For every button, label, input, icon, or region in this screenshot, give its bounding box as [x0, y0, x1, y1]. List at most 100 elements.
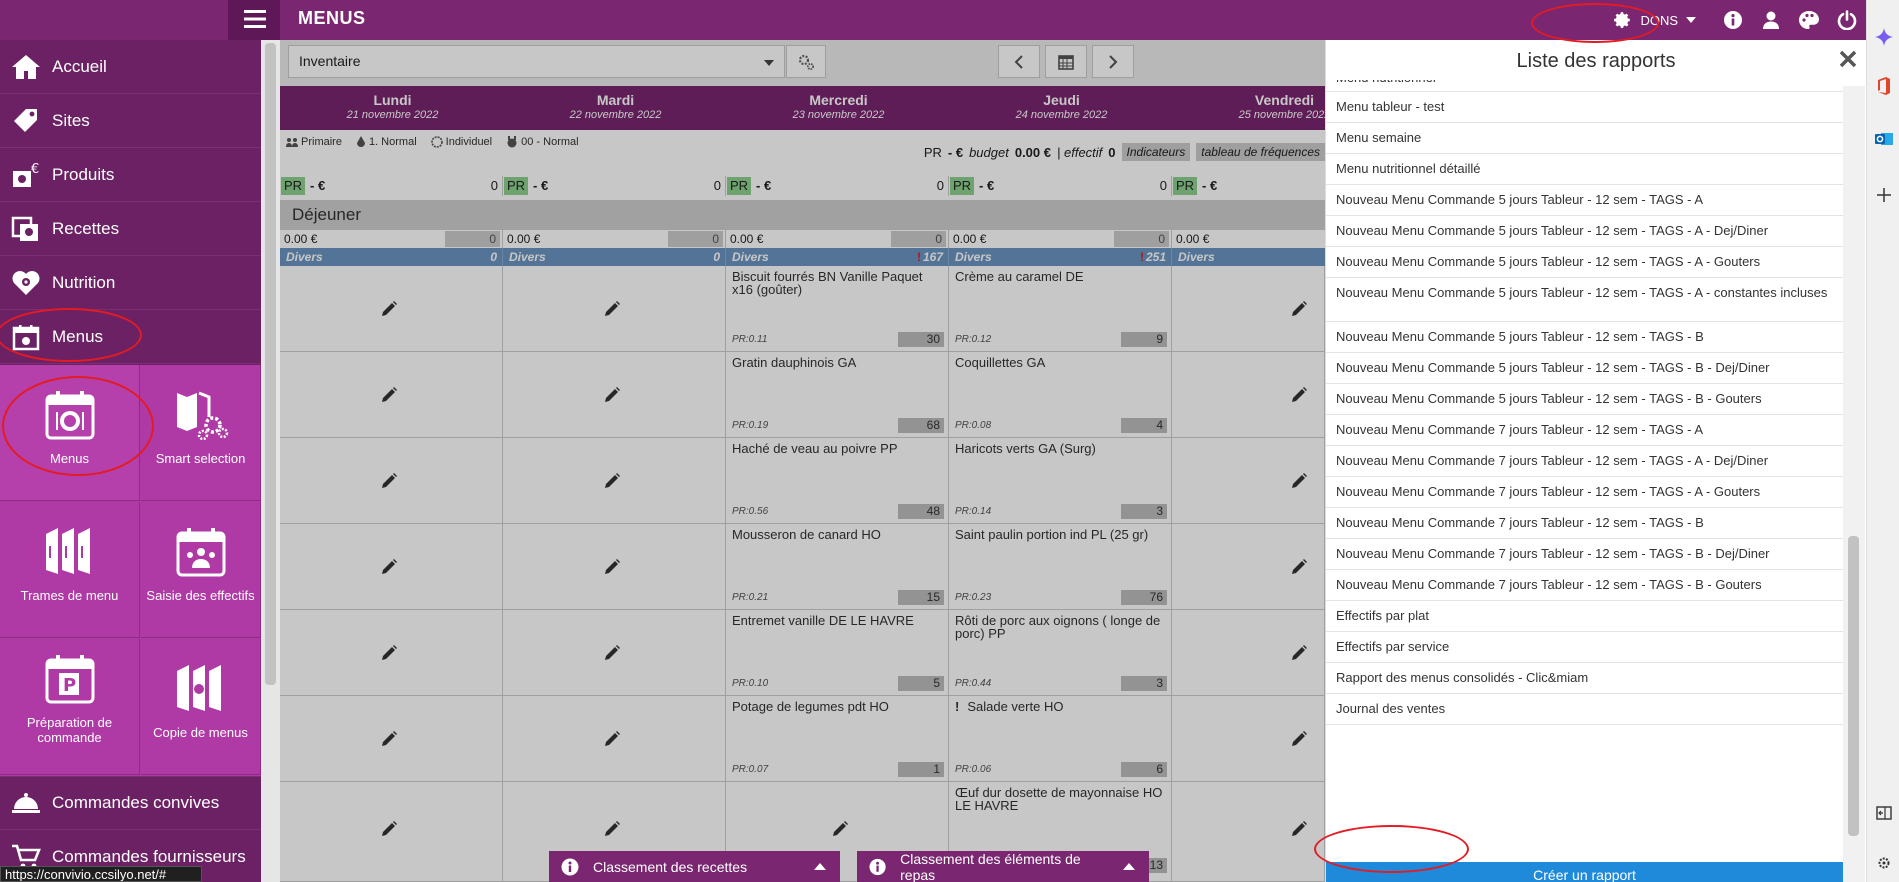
reports-scrollbar[interactable] — [1843, 86, 1865, 882]
report-item-journal-des-ventes[interactable]: Journal des ventes — [1326, 694, 1843, 725]
empty-dish-cell[interactable] — [280, 524, 503, 610]
menu-type-select[interactable]: Inventaire — [288, 45, 785, 78]
dish-cell[interactable]: Haché de veau au poivre PP PR:0.56 48 — [726, 438, 949, 524]
user-button[interactable] — [1752, 0, 1790, 40]
tile-menus[interactable]: Menus — [0, 365, 140, 501]
dish-quantity[interactable]: 3 — [1121, 676, 1167, 691]
report-item[interactable]: Effectifs par plat — [1326, 601, 1843, 632]
dish-quantity[interactable]: 6 — [1121, 762, 1167, 777]
dish-cell[interactable]: Biscuit fourrés BN Vanille Paquet x16 (g… — [726, 266, 949, 352]
empty-dish-cell[interactable] — [1172, 610, 1325, 696]
frequences-button[interactable]: tableau de fréquences — [1196, 143, 1325, 161]
dish-cell[interactable]: Saint paulin portion ind PL (25 gr) PR:0.… — [949, 524, 1172, 610]
split-window-icon[interactable] — [1873, 802, 1895, 824]
pencil-icon[interactable] — [380, 644, 398, 662]
tile-smart-selection[interactable]: Smart selection — [141, 365, 261, 501]
empty-dish-cell[interactable] — [1172, 696, 1325, 782]
report-item[interactable]: Rapport des menus consolidés - Clic&miam — [1326, 663, 1843, 694]
report-item[interactable]: Nouveau Menu Commande 5 jours Tableur - … — [1326, 216, 1843, 247]
sidebar-item-nutrition[interactable]: Nutrition — [0, 256, 261, 310]
report-item[interactable]: Nouveau Menu Commande 7 jours Tableur - … — [1326, 415, 1843, 446]
dish-quantity[interactable]: 68 — [898, 418, 944, 433]
dish-cell[interactable]: ! Salade verte HO PR:0.06 6 — [949, 696, 1172, 782]
report-item[interactable]: Effectifs par service — [1326, 632, 1843, 663]
next-week-button[interactable] — [1092, 45, 1134, 78]
empty-dish-cell[interactable] — [1172, 524, 1325, 610]
close-button[interactable] — [1838, 49, 1858, 69]
scrollbar-thumb[interactable] — [1848, 536, 1859, 836]
dish-cell[interactable]: Gratin dauphinois GA PR:0.19 68 — [726, 352, 949, 438]
pencil-icon[interactable] — [380, 472, 398, 490]
dish-cell[interactable]: Haricots verts GA (Surg) PR:0.14 3 — [949, 438, 1172, 524]
dish-quantity[interactable]: 15 — [898, 590, 944, 605]
create-report-button[interactable]: Créer un rapport — [1326, 862, 1843, 882]
info-button[interactable] — [1714, 0, 1752, 40]
sidebar-scrollbar[interactable] — [261, 40, 280, 882]
day-column-header[interactable]: Vendredi 25 novembre 2022 — [1173, 86, 1325, 121]
dons-user-menu[interactable]: DONS — [1612, 10, 1696, 30]
empty-dish-cell[interactable] — [503, 524, 726, 610]
outlook-icon[interactable] — [1873, 128, 1895, 150]
sidebar-item-menus[interactable]: Menus — [0, 310, 261, 364]
report-item[interactable]: Nouveau Menu Commande 5 jours Tableur - … — [1326, 322, 1843, 353]
empty-dish-cell[interactable] — [280, 610, 503, 696]
report-item[interactable]: Nouveau Menu Commande 7 jours Tableur - … — [1326, 477, 1843, 508]
empty-dish-cell[interactable] — [1172, 352, 1325, 438]
dish-quantity[interactable]: 4 — [1121, 418, 1167, 433]
pencil-icon[interactable] — [380, 300, 398, 318]
dish-cell[interactable]: Potage de legumes pdt HO PR:0.07 1 — [726, 696, 949, 782]
tile-copie-de-menus[interactable]: Copie de menus — [141, 639, 261, 775]
sidebar-item-accueil[interactable]: Accueil — [0, 40, 261, 94]
pencil-icon[interactable] — [603, 730, 621, 748]
pencil-icon[interactable] — [380, 820, 398, 838]
pencil-icon[interactable] — [603, 820, 621, 838]
empty-dish-cell[interactable] — [1172, 266, 1325, 352]
office-icon[interactable] — [1873, 75, 1895, 97]
add-icon[interactable] — [1873, 184, 1895, 206]
report-item[interactable]: Nouveau Menu Commande 7 jours Tableur - … — [1326, 539, 1843, 570]
dish-quantity[interactable]: 76 — [1121, 590, 1167, 605]
dish-cell[interactable]: Coquillettes GA PR:0.08 4 — [949, 352, 1172, 438]
tile-preparation-de-commande[interactable]: P Préparation de commande — [0, 639, 140, 775]
report-item[interactable]: Nouveau Menu Commande 5 jours Tableur - … — [1326, 185, 1843, 216]
scrollbar-thumb[interactable] — [265, 43, 276, 685]
empty-dish-cell[interactable] — [1172, 782, 1325, 882]
report-item[interactable]: Nouveau Menu Commande 5 jours Tableur - … — [1326, 247, 1843, 278]
theme-button[interactable] — [1790, 0, 1828, 40]
pencil-icon[interactable] — [1290, 820, 1308, 838]
pencil-icon[interactable] — [603, 472, 621, 490]
settings-button[interactable] — [786, 45, 826, 78]
empty-dish-cell[interactable] — [503, 438, 726, 524]
pencil-icon[interactable] — [1290, 644, 1308, 662]
calendar-button[interactable] — [1045, 45, 1087, 78]
pencil-icon[interactable] — [603, 644, 621, 662]
pencil-icon[interactable] — [380, 730, 398, 748]
sidebar-item-recettes[interactable]: Recettes — [0, 202, 261, 256]
sidebar-item-sites[interactable]: Sites — [0, 94, 261, 148]
dish-quantity[interactable]: 1 — [898, 762, 944, 777]
empty-dish-cell[interactable] — [280, 696, 503, 782]
empty-dish-cell[interactable] — [503, 352, 726, 438]
divers-cell[interactable]: Divers 0 — [503, 248, 726, 266]
tile-saisie-des-effectifs[interactable]: Saisie des effectifs — [141, 502, 261, 638]
menu-toggle-button[interactable] — [228, 0, 280, 40]
pencil-icon[interactable] — [1290, 558, 1308, 576]
pill-primaire[interactable]: Primaire — [286, 136, 342, 148]
dish-quantity[interactable]: 48 — [898, 504, 944, 519]
classement-recettes-tab[interactable]: Classement des recettes — [549, 851, 840, 882]
report-item[interactable]: Nouveau Menu Commande 5 jours Tableur - … — [1326, 278, 1843, 322]
empty-dish-cell[interactable] — [503, 696, 726, 782]
report-item[interactable]: Menu tableur - test — [1326, 92, 1843, 123]
dish-quantity[interactable]: 5 — [898, 676, 944, 691]
settings-icon[interactable] — [1873, 852, 1895, 874]
dish-cell[interactable]: Entremet vanille DE LE HAVRE PR:0.10 5 — [726, 610, 949, 696]
pencil-icon[interactable] — [1290, 386, 1308, 404]
pencil-icon[interactable] — [603, 558, 621, 576]
tile-trames-de-menu[interactable]: Trames de menu — [0, 502, 140, 638]
pill-regime[interactable]: 00 - Normal — [506, 136, 579, 148]
dish-cell[interactable]: Crème au caramel DE PR:0.12 9 — [949, 266, 1172, 352]
empty-dish-cell[interactable] — [1172, 438, 1325, 524]
dish-quantity[interactable]: 3 — [1121, 504, 1167, 519]
day-column-header[interactable]: Jeudi 24 novembre 2022 — [950, 86, 1173, 121]
sidebar-item-produits[interactable]: € Produits — [0, 148, 261, 202]
